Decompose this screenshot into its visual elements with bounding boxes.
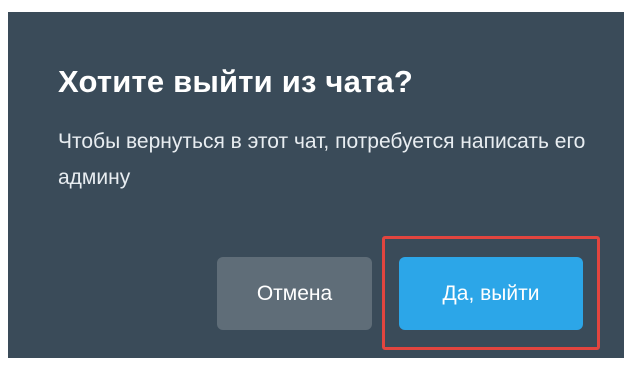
cancel-button[interactable]: Отмена [217, 257, 372, 330]
dialog-title: Хотите выйти из чата? [58, 64, 414, 99]
screenshot-frame: Хотите выйти из чата? Чтобы вернуться в … [0, 0, 629, 367]
dialog-message: Чтобы вернуться в этот чат, потребуется … [58, 130, 586, 189]
highlight-box [382, 236, 600, 350]
leave-chat-dialog: Хотите выйти из чата? Чтобы вернуться в … [8, 12, 624, 358]
